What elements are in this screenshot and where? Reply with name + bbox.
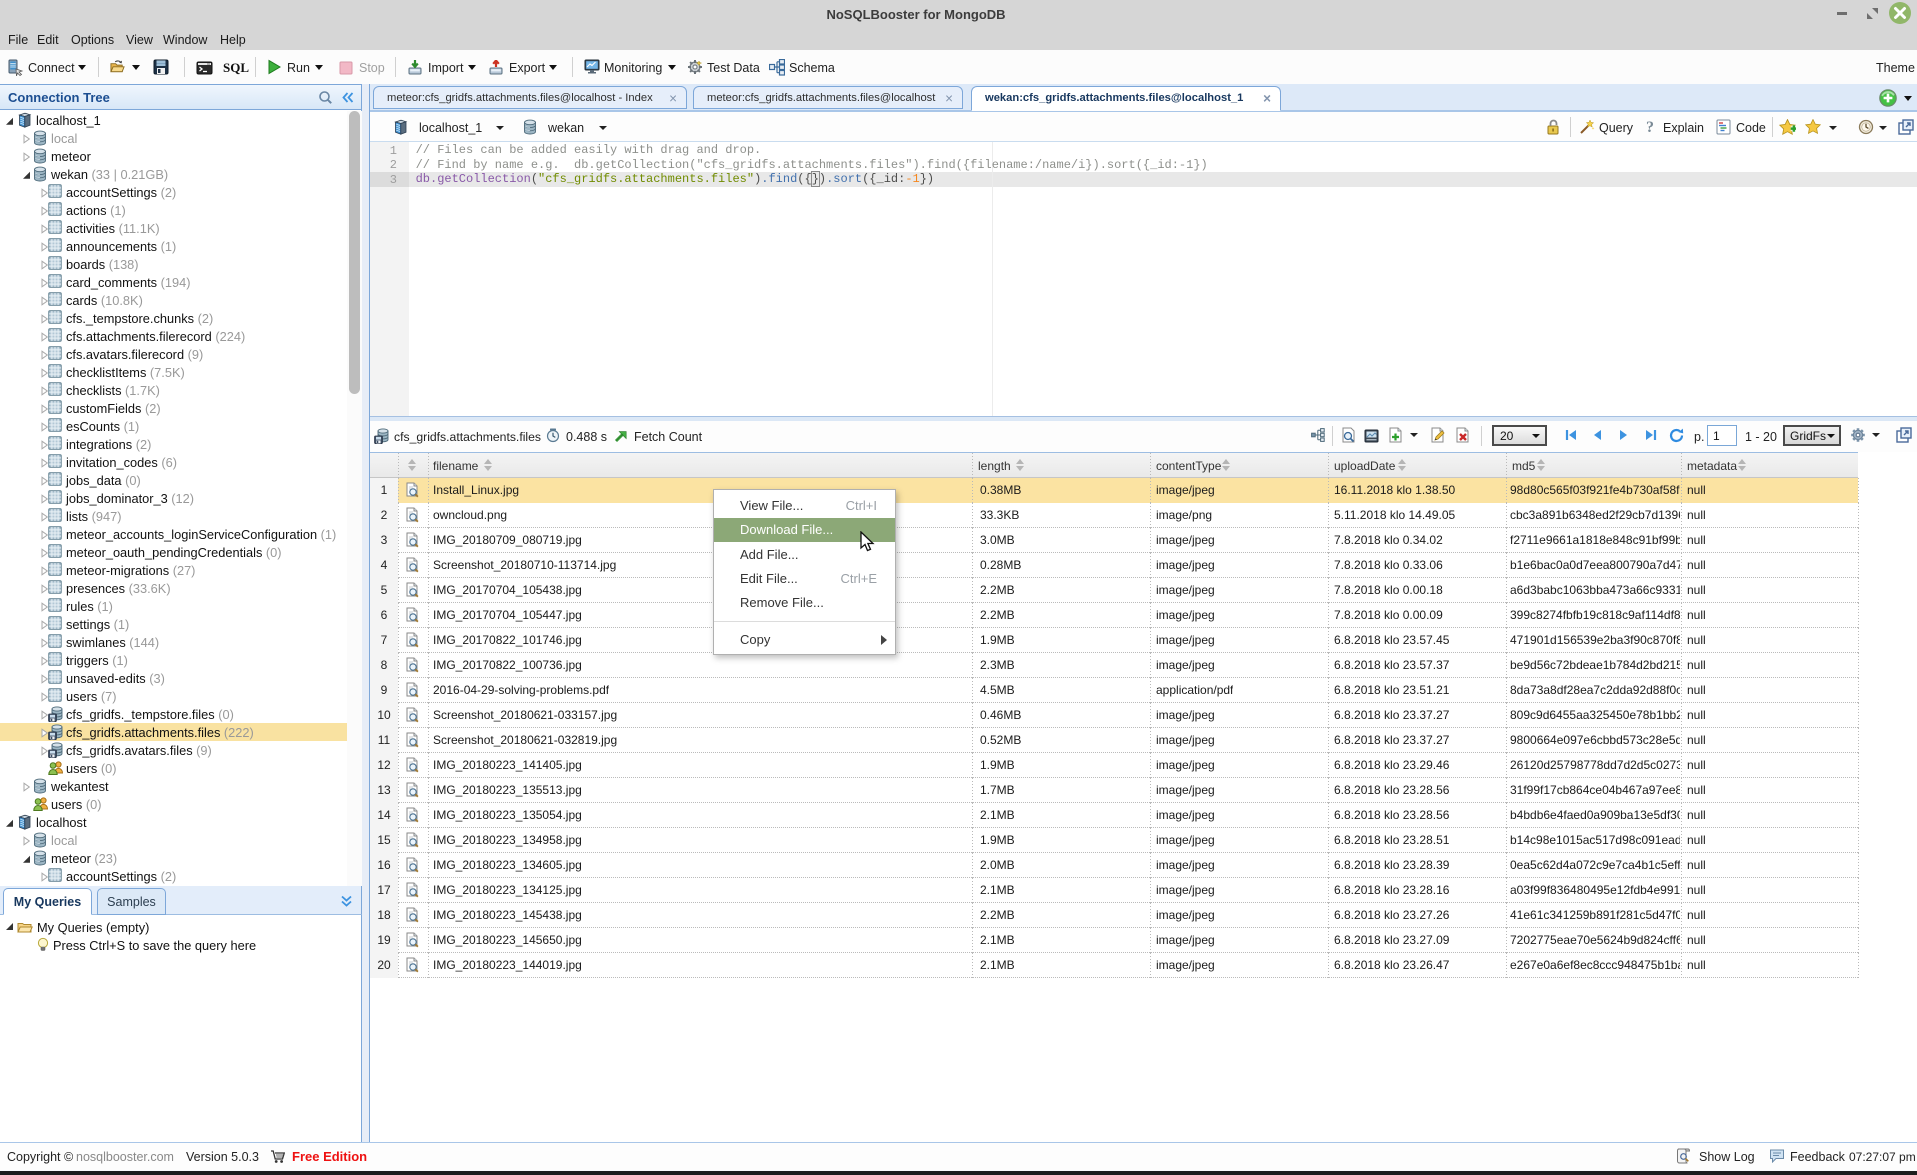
svg-text:SQL: SQL — [223, 60, 249, 75]
svg-text:?: ? — [1646, 119, 1654, 135]
